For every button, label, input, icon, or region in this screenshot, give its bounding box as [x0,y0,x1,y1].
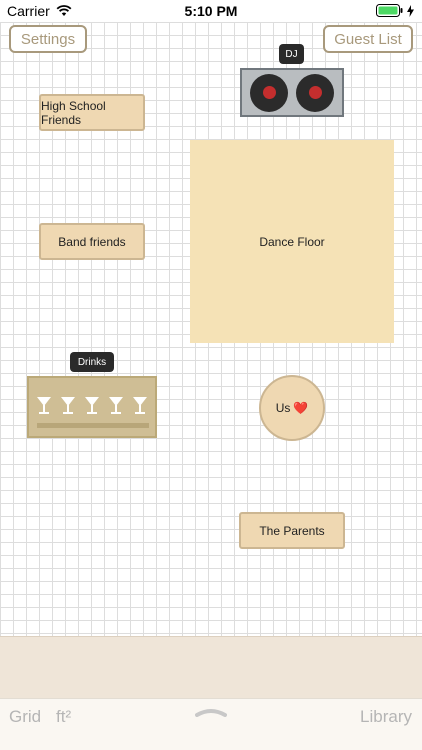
glasses-row [37,397,147,415]
table-the-parents[interactable]: The Parents [239,512,345,549]
table-label: Us [275,401,291,415]
martini-glass-icon [133,397,147,415]
bottom-toolbar: Grid ft² Library [0,698,422,750]
table-band-friends[interactable]: Band friends [39,223,145,260]
bar-shelf [37,423,149,428]
martini-glass-icon [85,397,99,415]
table-high-school-friends[interactable]: High School Friends [39,94,145,131]
dj-tag: DJ [279,44,304,64]
table-label: The Parents [259,523,325,538]
guest-list-button[interactable]: Guest List [323,25,413,53]
martini-glass-icon [37,397,51,415]
dance-floor[interactable]: Dance Floor [190,140,394,343]
table-label: High School Friends [41,98,106,127]
item-tray[interactable] [0,636,422,698]
status-bar: Carrier 5:10 PM [0,0,422,22]
drinks-tag: Drinks [70,352,114,372]
grid-button[interactable]: Grid [9,707,41,727]
martini-glass-icon [61,397,75,415]
settings-button[interactable]: Settings [9,25,87,53]
drinks-bar[interactable] [27,376,157,438]
dance-floor-label: Dance Floor [259,234,325,249]
heart-icon: ❤️ [293,401,309,415]
status-time: 5:10 PM [184,3,238,19]
charging-icon [407,4,414,17]
units-button[interactable]: ft² [56,707,71,727]
table-us[interactable]: Us ❤️ [259,375,325,441]
turntable-icon [250,73,288,112]
martini-glass-icon [109,397,123,415]
turntable-icon [296,73,334,112]
status-right [376,4,414,17]
battery-icon [376,4,403,17]
library-button[interactable]: Library [360,707,412,727]
dj-booth[interactable] [240,68,344,117]
chevron-up-icon[interactable] [195,707,227,717]
table-label: Band friends [58,234,126,249]
